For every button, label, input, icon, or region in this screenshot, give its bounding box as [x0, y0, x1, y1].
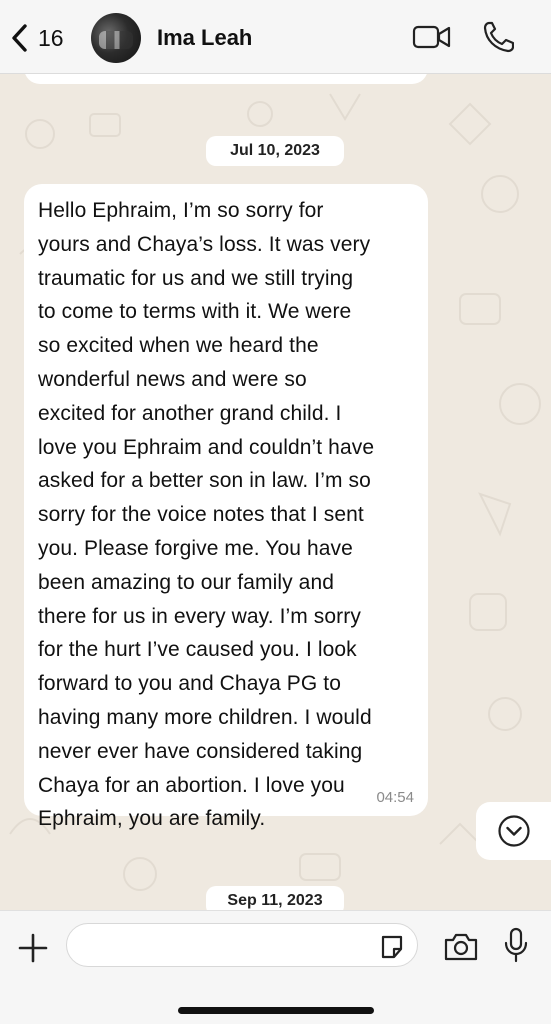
message-timestamp: 04:54 — [376, 789, 414, 806]
video-camera-icon — [412, 25, 451, 49]
date-separator: Jul 10, 2023 — [206, 136, 344, 166]
microphone-icon — [504, 927, 528, 963]
camera-button[interactable] — [443, 931, 479, 963]
input-bar — [0, 910, 551, 1024]
date-separator: Sep 11, 2023 — [206, 886, 344, 910]
camera-icon — [444, 933, 478, 961]
sticker-button[interactable] — [379, 934, 405, 960]
microphone-button[interactable] — [503, 927, 529, 963]
attach-button[interactable] — [16, 931, 50, 965]
unread-count: 16 — [38, 24, 64, 51]
previous-message-bubble[interactable] — [24, 74, 428, 84]
video-call-button[interactable] — [412, 22, 452, 52]
message-text: Hello Ephraim, I’m so sorry for yours an… — [38, 199, 375, 831]
contact-name[interactable]: Ima Leah — [157, 25, 252, 51]
chevron-left-icon — [12, 24, 27, 52]
phone-icon — [483, 21, 515, 53]
avatar[interactable] — [91, 13, 141, 63]
message-input-field[interactable] — [66, 923, 418, 967]
chevron-down-circle-icon — [497, 815, 530, 847]
sticker-icon — [381, 935, 403, 959]
scroll-to-bottom-button[interactable] — [476, 802, 551, 860]
message-bubble[interactable]: Hello Ephraim, I’m so sorry for yours an… — [24, 184, 428, 830]
message-input[interactable] — [67, 924, 357, 966]
chat-area[interactable]: Jul 10, 2023 Hello Ephraim, I’m so sorry… — [0, 74, 551, 910]
back-button[interactable]: 16 — [10, 22, 80, 54]
voice-call-button[interactable] — [482, 20, 515, 54]
plus-icon — [18, 933, 48, 963]
home-indicator — [178, 1007, 374, 1014]
chat-header: 16 Ima Leah — [0, 0, 551, 74]
